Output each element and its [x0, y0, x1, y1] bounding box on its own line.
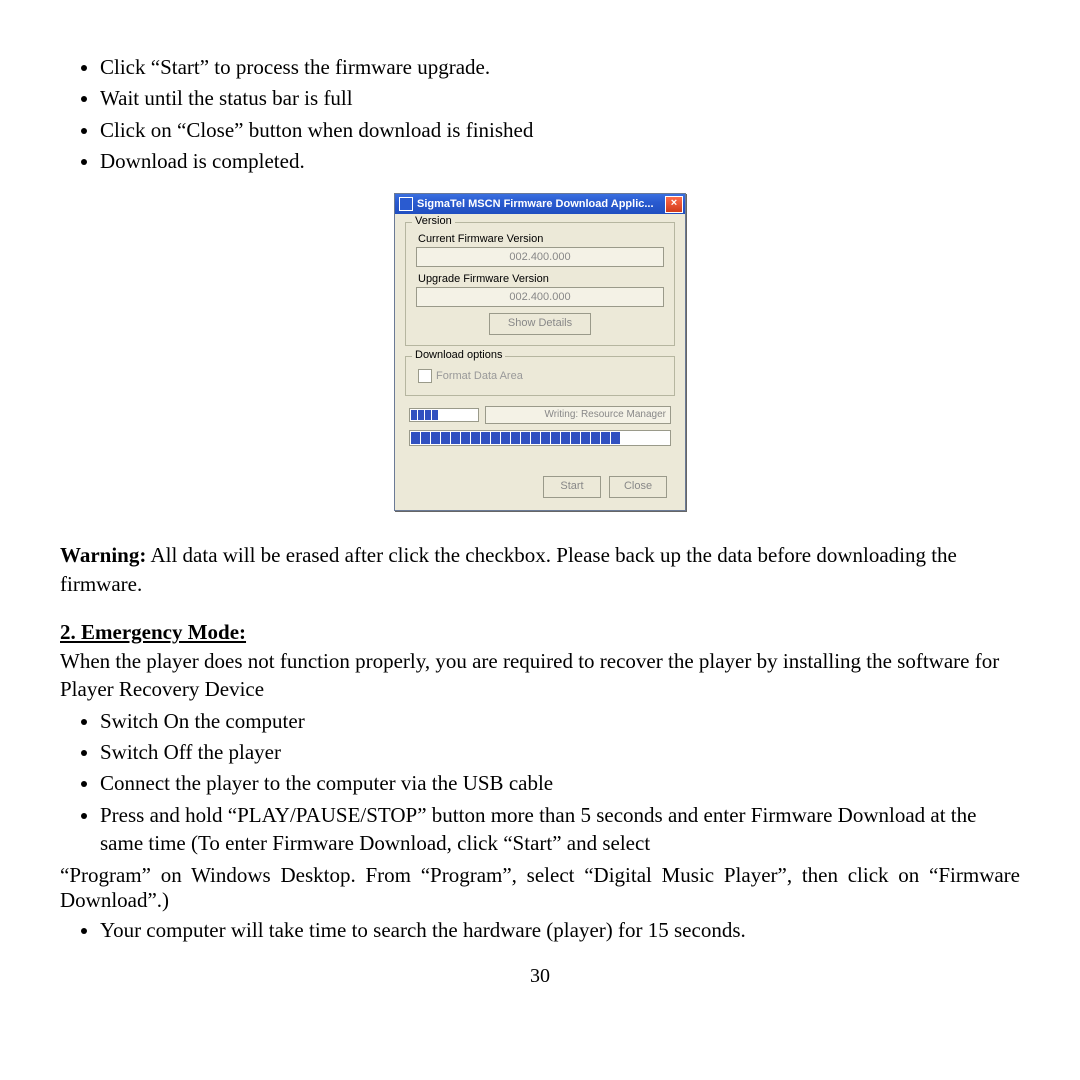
main-progress	[409, 430, 671, 446]
format-checkbox-label: Format Data Area	[436, 370, 523, 382]
top-instructions: Click “Start” to process the firmware up…	[82, 53, 1020, 175]
download-legend: Download options	[412, 349, 505, 361]
current-fw-label: Current Firmware Version	[418, 233, 666, 245]
list-item: Wait until the status bar is full	[100, 84, 1020, 112]
dialog-title: SigmaTel MSCN Firmware Download Applic..…	[417, 198, 665, 210]
emergency-steps: Switch On the computer Switch Off the pla…	[82, 707, 1020, 858]
upgrade-fw-value: 002.400.000	[416, 287, 664, 307]
sub-progress	[409, 408, 479, 422]
firmware-dialog: SigmaTel MSCN Firmware Download Applic..…	[394, 193, 686, 511]
status-text: Writing: Resource Manager	[485, 406, 671, 424]
warning-paragraph: Warning: All data will be erased after c…	[60, 541, 1020, 598]
list-item: Press and hold “PLAY/PAUSE/STOP” button …	[100, 801, 1020, 858]
version-group: Version Current Firmware Version 002.400…	[405, 222, 675, 346]
page-number: 30	[530, 965, 550, 988]
version-legend: Version	[412, 215, 455, 227]
start-button[interactable]: Start	[543, 476, 601, 498]
close-icon[interactable]: ×	[665, 196, 683, 213]
sub-progress-row: Writing: Resource Manager	[409, 406, 671, 424]
current-fw-value: 002.400.000	[416, 247, 664, 267]
list-item: Your computer will take time to search t…	[100, 916, 1020, 944]
list-item: Switch On the computer	[100, 707, 1020, 735]
titlebar: SigmaTel MSCN Firmware Download Applic..…	[395, 194, 685, 214]
close-button[interactable]: Close	[609, 476, 667, 498]
emergency-continuation: “Program” on Windows Desktop. From “Prog…	[60, 863, 1020, 913]
show-details-button[interactable]: Show Details	[489, 313, 591, 335]
app-icon	[399, 197, 413, 211]
warning-text: All data will be erased after click the …	[60, 543, 957, 595]
list-item: Connect the player to the computer via t…	[100, 769, 1020, 797]
emergency-title: 2. Emergency Mode:	[60, 620, 1020, 645]
upgrade-fw-label: Upgrade Firmware Version	[418, 273, 666, 285]
warning-lead: Warning:	[60, 543, 146, 567]
emergency-intro: When the player does not function proper…	[60, 647, 1020, 704]
list-item: Click “Start” to process the firmware up…	[100, 53, 1020, 81]
list-item: Click on “Close” button when download is…	[100, 116, 1020, 144]
dialog-body: Version Current Firmware Version 002.400…	[395, 214, 685, 510]
emergency-last-step: Your computer will take time to search t…	[82, 916, 1020, 944]
dialog-screenshot: SigmaTel MSCN Firmware Download Applic..…	[60, 193, 1020, 511]
download-options-group: Download options Format Data Area	[405, 356, 675, 396]
list-item: Switch Off the player	[100, 738, 1020, 766]
format-checkbox[interactable]	[418, 369, 432, 383]
list-item: Download is completed.	[100, 147, 1020, 175]
